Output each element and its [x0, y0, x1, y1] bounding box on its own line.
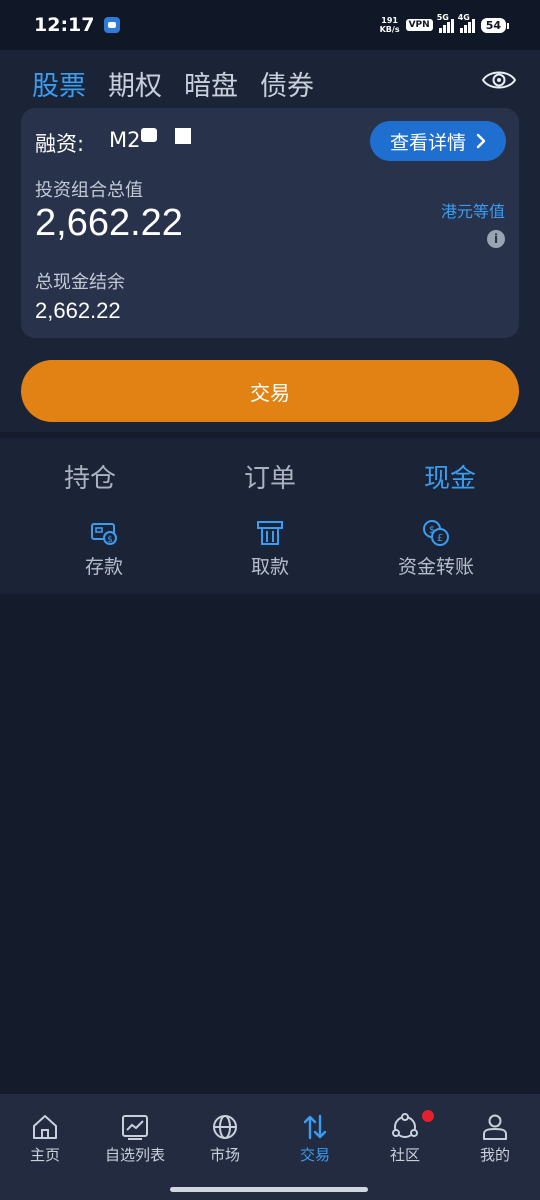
network-speed-unit: KB/s — [379, 25, 400, 34]
signal-4g-icon: 4G — [458, 13, 475, 33]
notification-dot — [422, 1110, 434, 1122]
community-icon — [392, 1113, 418, 1138]
app-notification-icon — [104, 17, 121, 33]
battery-icon: 54 — [480, 17, 510, 33]
chevron-right-icon — [476, 133, 486, 149]
account-panel: 股票 期权 暗盘 债券 融资: M2 查看详情 投资组合总值 2,662.22 … — [0, 50, 540, 432]
account-id: M2 — [109, 128, 141, 152]
bottom-navigation: 主页 自选列表 市场 交易 社区 我的 — [0, 1094, 540, 1200]
nav-market[interactable]: 市场 — [180, 1094, 270, 1200]
nav-home[interactable]: 主页 — [0, 1094, 90, 1200]
profile-icon — [483, 1114, 507, 1140]
tab-bonds[interactable]: 债券 — [260, 64, 314, 103]
withdraw-button[interactable]: 取款 — [200, 518, 340, 579]
svg-text:$: $ — [107, 535, 113, 545]
tab-stocks[interactable]: 股票 — [32, 64, 86, 113]
nav-community-label: 社区 — [389, 1146, 420, 1164]
svg-text:£: £ — [437, 533, 443, 544]
tab-grey-market[interactable]: 暗盘 — [184, 64, 238, 103]
nav-profile-label: 我的 — [479, 1146, 510, 1164]
watchlist-icon — [122, 1115, 148, 1140]
cash-balance-label: 总现金结余 — [35, 272, 125, 293]
info-icon[interactable]: i — [487, 230, 505, 248]
tab-positions[interactable]: 持仓 — [30, 458, 150, 495]
signal-5g-label: 5G — [436, 13, 449, 22]
signal-4g-label: 4G — [457, 13, 470, 22]
nav-watchlist[interactable]: 自选列表 — [90, 1094, 180, 1200]
nav-community[interactable]: 社区 — [360, 1094, 450, 1200]
eye-icon[interactable] — [482, 68, 516, 92]
vpn-badge: VPN — [405, 19, 433, 31]
account-summary-card: 融资: M2 查看详情 投资组合总值 2,662.22 港元等值 i 总现金结余… — [21, 108, 519, 338]
currency-equivalent-link[interactable]: 港元等值 — [441, 198, 505, 222]
nav-watchlist-label: 自选列表 — [104, 1146, 165, 1164]
fund-transfer-icon: $ £ — [423, 520, 449, 546]
portfolio-value-label: 投资组合总值 — [35, 180, 143, 201]
deposit-button[interactable]: $ 存款 — [34, 518, 174, 579]
nav-home-label: 主页 — [29, 1146, 60, 1164]
trade-arrows-icon — [303, 1114, 327, 1140]
home-icon — [33, 1115, 57, 1139]
asset-tabs: 股票 期权 暗盘 债券 — [32, 64, 314, 113]
nav-trade-label: 交易 — [299, 1146, 330, 1164]
nav-profile[interactable]: 我的 — [450, 1094, 540, 1200]
cash-balance-value: 2,662.22 — [35, 298, 121, 323]
account-type-label: 融资: — [35, 132, 85, 156]
fund-transfer-label: 资金转账 — [397, 556, 474, 578]
nav-market-label: 市场 — [209, 1146, 240, 1164]
deposit-label: 存款 — [84, 556, 123, 578]
view-details-button[interactable]: 查看详情 — [370, 121, 506, 161]
withdraw-label: 取款 — [250, 556, 289, 578]
view-details-label: 查看详情 — [389, 131, 466, 154]
fund-transfer-button[interactable]: $ £ 资金转账 — [366, 518, 506, 579]
signal-5g-icon: 5G — [437, 13, 454, 33]
redaction-mark — [175, 128, 191, 144]
tab-cash[interactable]: 现金 — [390, 458, 510, 495]
status-time: 12:17 — [34, 14, 95, 36]
redaction-mark — [141, 128, 157, 142]
status-bar: 12:17 191 KB/s VPN 5G 4G 54 — [0, 0, 540, 50]
withdraw-icon — [257, 521, 283, 545]
tab-orders[interactable]: 订单 — [210, 458, 330, 495]
portfolio-value: 2,662.22 — [35, 202, 183, 244]
network-speed: 191 KB/s — [380, 16, 400, 34]
nav-trade[interactable]: 交易 — [270, 1094, 360, 1200]
home-indicator[interactable] — [170, 1187, 368, 1192]
trade-button[interactable]: 交易 — [21, 360, 519, 422]
globe-icon — [213, 1115, 237, 1139]
tab-options[interactable]: 期权 — [108, 64, 162, 103]
deposit-icon: $ — [91, 523, 117, 545]
network-speed-value: 191 — [381, 16, 398, 25]
holdings-orders-cash-panel: 持仓 订单 现金 $ 存款 取款 $ £ 资金转账 — [0, 438, 540, 594]
